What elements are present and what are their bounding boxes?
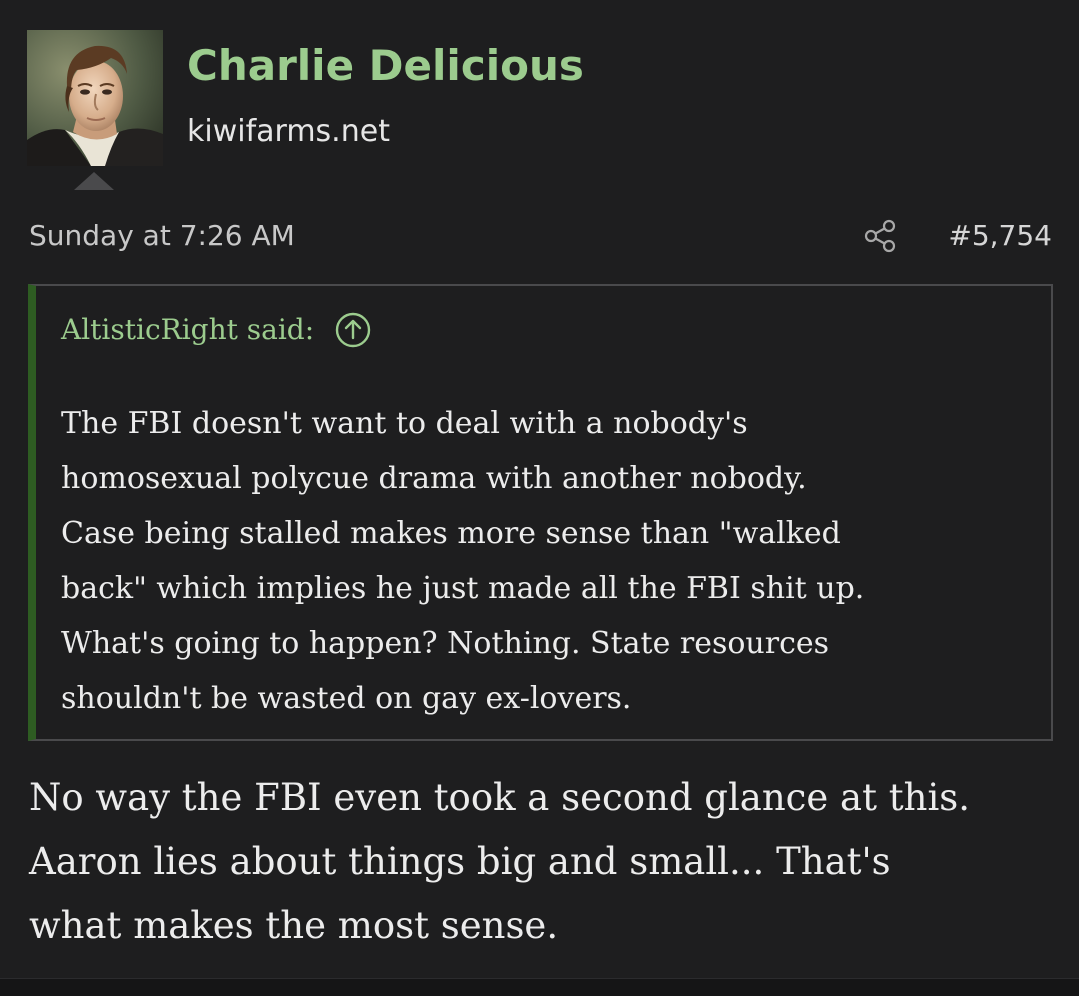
quote-author-label[interactable]: AltisticRight said: (61, 306, 314, 354)
quote-text-line: back" which implies he just made all the… (61, 571, 865, 606)
reply-text-line: Aaron lies about things big and small...… (29, 840, 891, 883)
post-number-link[interactable]: #5,754 (948, 212, 1052, 260)
quote-author-link[interactable]: AltisticRight said: (61, 306, 372, 354)
post-bottom-border (0, 978, 1079, 996)
reply-text-line: what makes the most sense. (29, 904, 559, 947)
post-date-link[interactable]: Sunday at 7:26 AM (29, 212, 295, 260)
username-link[interactable]: Charlie Delicious (187, 36, 584, 96)
quote-text-line: homosexual polycue drama with another no… (61, 461, 807, 496)
share-icon[interactable] (862, 218, 900, 254)
reply-text-line: No way the FBI even took a second glance… (29, 776, 971, 819)
user-avatar[interactable] (27, 30, 163, 166)
share-icon-graphic (864, 219, 896, 253)
avatar-caret (74, 172, 114, 190)
avatar-portrait-image (27, 30, 163, 166)
arrow-up-circle-icon-graphic (335, 312, 371, 348)
quote-text-line: The FBI doesn't want to deal with a nobo… (61, 406, 748, 441)
arrow-up-circle-icon[interactable] (334, 311, 372, 349)
quote-text-line: Case being stalled makes more sense than… (61, 516, 841, 551)
quote-block: AltisticRight said: The FBI doesn't want… (28, 284, 1053, 741)
user-title: kiwifarms.net (187, 114, 390, 149)
forum-post: Charlie Delicious kiwifarms.net Sunday a… (0, 0, 1079, 996)
quote-text-line: shouldn't be wasted on gay ex-lovers. (61, 681, 632, 716)
quote-text-line: What's going to happen? Nothing. State r… (61, 626, 830, 661)
